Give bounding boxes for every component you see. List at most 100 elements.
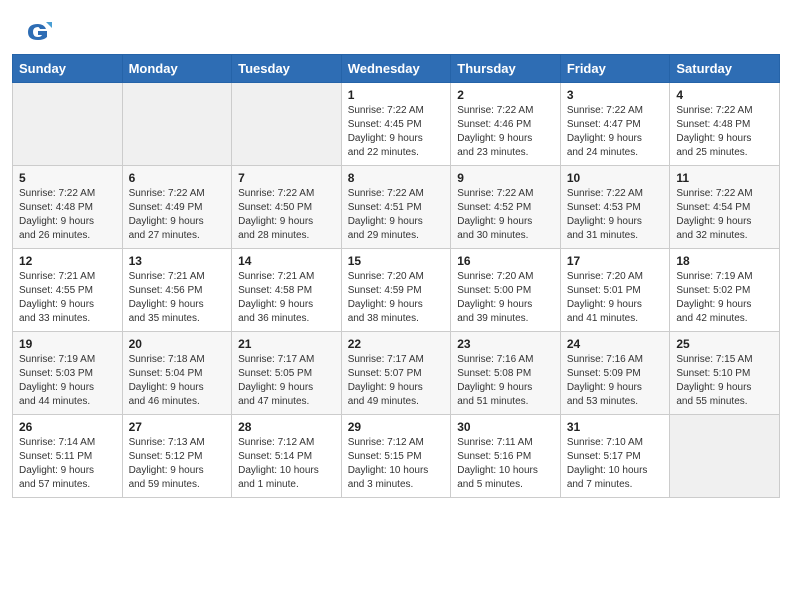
calendar-week-row: 5 Sunrise: 7:22 AM Sunset: 4:48 PM Daylig…: [13, 166, 780, 249]
day-info: Sunrise: 7:20 AM Sunset: 5:01 PM Dayligh…: [567, 270, 664, 326]
day-info: Sunrise: 7:22 AM Sunset: 4:49 PM Dayligh…: [129, 187, 226, 243]
day-number: 15: [348, 254, 445, 268]
day-info: Sunrise: 7:17 AM Sunset: 5:07 PM Dayligh…: [348, 353, 445, 409]
calendar-day-cell: 14 Sunrise: 7:21 AM Sunset: 4:58 PM Dayli…: [232, 249, 342, 332]
weekday-header: Friday: [560, 55, 670, 83]
day-info: Sunrise: 7:19 AM Sunset: 5:02 PM Dayligh…: [676, 270, 773, 326]
day-number: 25: [676, 337, 773, 351]
day-number: 8: [348, 171, 445, 185]
logo: [24, 18, 56, 46]
day-number: 28: [238, 420, 335, 434]
calendar-day-cell: 27 Sunrise: 7:13 AM Sunset: 5:12 PM Dayli…: [122, 415, 232, 498]
day-number: 27: [129, 420, 226, 434]
calendar-day-cell: 28 Sunrise: 7:12 AM Sunset: 5:14 PM Dayli…: [232, 415, 342, 498]
calendar-day-cell: 29Sunrise: 7:12 AM Sunset: 5:15 PM Dayli…: [341, 415, 451, 498]
day-number: 4: [676, 88, 773, 102]
calendar-day-cell: 20 Sunrise: 7:18 AM Sunset: 5:04 PM Dayli…: [122, 332, 232, 415]
calendar-week-row: 12Sunrise: 7:21 AM Sunset: 4:55 PM Dayli…: [13, 249, 780, 332]
day-info: Sunrise: 7:15 AM Sunset: 5:10 PM Dayligh…: [676, 353, 773, 409]
calendar-day-cell: 7Sunrise: 7:22 AM Sunset: 4:50 PM Daylig…: [232, 166, 342, 249]
calendar-week-row: 19 Sunrise: 7:19 AM Sunset: 5:03 PM Dayli…: [13, 332, 780, 415]
day-info: Sunrise: 7:22 AM Sunset: 4:47 PM Dayligh…: [567, 104, 664, 160]
day-info: Sunrise: 7:20 AM Sunset: 4:59 PM Dayligh…: [348, 270, 445, 326]
day-number: 21: [238, 337, 335, 351]
day-number: 13: [129, 254, 226, 268]
calendar-day-cell: 16 Sunrise: 7:20 AM Sunset: 5:00 PM Dayli…: [451, 249, 561, 332]
day-number: 18: [676, 254, 773, 268]
day-info: Sunrise: 7:18 AM Sunset: 5:04 PM Dayligh…: [129, 353, 226, 409]
calendar-day-cell: 11 Sunrise: 7:22 AM Sunset: 4:54 PM Dayli…: [670, 166, 780, 249]
day-info: Sunrise: 7:12 AM Sunset: 5:14 PM Dayligh…: [238, 436, 335, 492]
day-number: 9: [457, 171, 554, 185]
calendar-day-cell: 25 Sunrise: 7:15 AM Sunset: 5:10 PM Dayli…: [670, 332, 780, 415]
day-number: 16: [457, 254, 554, 268]
calendar-day-cell: 2Sunrise: 7:22 AM Sunset: 4:46 PM Daylig…: [451, 83, 561, 166]
calendar-day-cell: 13 Sunrise: 7:21 AM Sunset: 4:56 PM Dayli…: [122, 249, 232, 332]
weekday-header: Wednesday: [341, 55, 451, 83]
weekday-header: Tuesday: [232, 55, 342, 83]
day-info: Sunrise: 7:22 AM Sunset: 4:52 PM Dayligh…: [457, 187, 554, 243]
calendar-day-cell: 15 Sunrise: 7:20 AM Sunset: 4:59 PM Dayli…: [341, 249, 451, 332]
day-info: Sunrise: 7:22 AM Sunset: 4:50 PM Dayligh…: [238, 187, 335, 243]
day-number: 12: [19, 254, 116, 268]
calendar-day-cell: 3 Sunrise: 7:22 AM Sunset: 4:47 PM Daylig…: [560, 83, 670, 166]
calendar-day-cell: 22 Sunrise: 7:17 AM Sunset: 5:07 PM Dayli…: [341, 332, 451, 415]
day-number: 6: [129, 171, 226, 185]
calendar-day-cell: [122, 83, 232, 166]
weekday-header: Saturday: [670, 55, 780, 83]
day-info: Sunrise: 7:22 AM Sunset: 4:48 PM Dayligh…: [19, 187, 116, 243]
day-info: Sunrise: 7:13 AM Sunset: 5:12 PM Dayligh…: [129, 436, 226, 492]
calendar-day-cell: [670, 415, 780, 498]
weekday-header: Thursday: [451, 55, 561, 83]
calendar-table: SundayMondayTuesdayWednesdayThursdayFrid…: [12, 54, 780, 498]
calendar-day-cell: 24Sunrise: 7:16 AM Sunset: 5:09 PM Dayli…: [560, 332, 670, 415]
day-number: 3: [567, 88, 664, 102]
calendar-day-cell: 18 Sunrise: 7:19 AM Sunset: 5:02 PM Dayli…: [670, 249, 780, 332]
day-number: 20: [129, 337, 226, 351]
day-info: Sunrise: 7:22 AM Sunset: 4:54 PM Dayligh…: [676, 187, 773, 243]
day-number: 14: [238, 254, 335, 268]
day-info: Sunrise: 7:22 AM Sunset: 4:48 PM Dayligh…: [676, 104, 773, 160]
day-info: Sunrise: 7:20 AM Sunset: 5:00 PM Dayligh…: [457, 270, 554, 326]
calendar-week-row: 26 Sunrise: 7:14 AM Sunset: 5:11 PM Dayli…: [13, 415, 780, 498]
calendar-day-cell: 8Sunrise: 7:22 AM Sunset: 4:51 PM Daylig…: [341, 166, 451, 249]
calendar-day-cell: [232, 83, 342, 166]
calendar-header-row: SundayMondayTuesdayWednesdayThursdayFrid…: [13, 55, 780, 83]
day-info: Sunrise: 7:16 AM Sunset: 5:09 PM Dayligh…: [567, 353, 664, 409]
calendar-day-cell: 5 Sunrise: 7:22 AM Sunset: 4:48 PM Daylig…: [13, 166, 123, 249]
day-number: 23: [457, 337, 554, 351]
day-number: 30: [457, 420, 554, 434]
weekday-header: Sunday: [13, 55, 123, 83]
weekday-header: Monday: [122, 55, 232, 83]
calendar-day-cell: 4 Sunrise: 7:22 AM Sunset: 4:48 PM Daylig…: [670, 83, 780, 166]
calendar-day-cell: 9 Sunrise: 7:22 AM Sunset: 4:52 PM Daylig…: [451, 166, 561, 249]
day-info: Sunrise: 7:16 AM Sunset: 5:08 PM Dayligh…: [457, 353, 554, 409]
day-info: Sunrise: 7:19 AM Sunset: 5:03 PM Dayligh…: [19, 353, 116, 409]
calendar-day-cell: 21 Sunrise: 7:17 AM Sunset: 5:05 PM Dayli…: [232, 332, 342, 415]
calendar-day-cell: [13, 83, 123, 166]
day-info: Sunrise: 7:22 AM Sunset: 4:46 PM Dayligh…: [457, 104, 554, 160]
calendar-day-cell: 10Sunrise: 7:22 AM Sunset: 4:53 PM Dayli…: [560, 166, 670, 249]
day-info: Sunrise: 7:10 AM Sunset: 5:17 PM Dayligh…: [567, 436, 664, 492]
calendar-day-cell: 6 Sunrise: 7:22 AM Sunset: 4:49 PM Daylig…: [122, 166, 232, 249]
day-number: 22: [348, 337, 445, 351]
day-number: 26: [19, 420, 116, 434]
day-number: 5: [19, 171, 116, 185]
calendar-day-cell: 12Sunrise: 7:21 AM Sunset: 4:55 PM Dayli…: [13, 249, 123, 332]
day-number: 1: [348, 88, 445, 102]
day-number: 19: [19, 337, 116, 351]
day-info: Sunrise: 7:21 AM Sunset: 4:56 PM Dayligh…: [129, 270, 226, 326]
day-number: 11: [676, 171, 773, 185]
calendar-week-row: 1Sunrise: 7:22 AM Sunset: 4:45 PM Daylig…: [13, 83, 780, 166]
day-info: Sunrise: 7:17 AM Sunset: 5:05 PM Dayligh…: [238, 353, 335, 409]
day-number: 31: [567, 420, 664, 434]
calendar-day-cell: 23 Sunrise: 7:16 AM Sunset: 5:08 PM Dayli…: [451, 332, 561, 415]
calendar-day-cell: 17Sunrise: 7:20 AM Sunset: 5:01 PM Dayli…: [560, 249, 670, 332]
day-info: Sunrise: 7:14 AM Sunset: 5:11 PM Dayligh…: [19, 436, 116, 492]
header: [0, 0, 792, 54]
calendar-day-cell: 30Sunrise: 7:11 AM Sunset: 5:16 PM Dayli…: [451, 415, 561, 498]
calendar-day-cell: 26 Sunrise: 7:14 AM Sunset: 5:11 PM Dayli…: [13, 415, 123, 498]
calendar-day-cell: 1Sunrise: 7:22 AM Sunset: 4:45 PM Daylig…: [341, 83, 451, 166]
day-number: 29: [348, 420, 445, 434]
day-info: Sunrise: 7:21 AM Sunset: 4:58 PM Dayligh…: [238, 270, 335, 326]
